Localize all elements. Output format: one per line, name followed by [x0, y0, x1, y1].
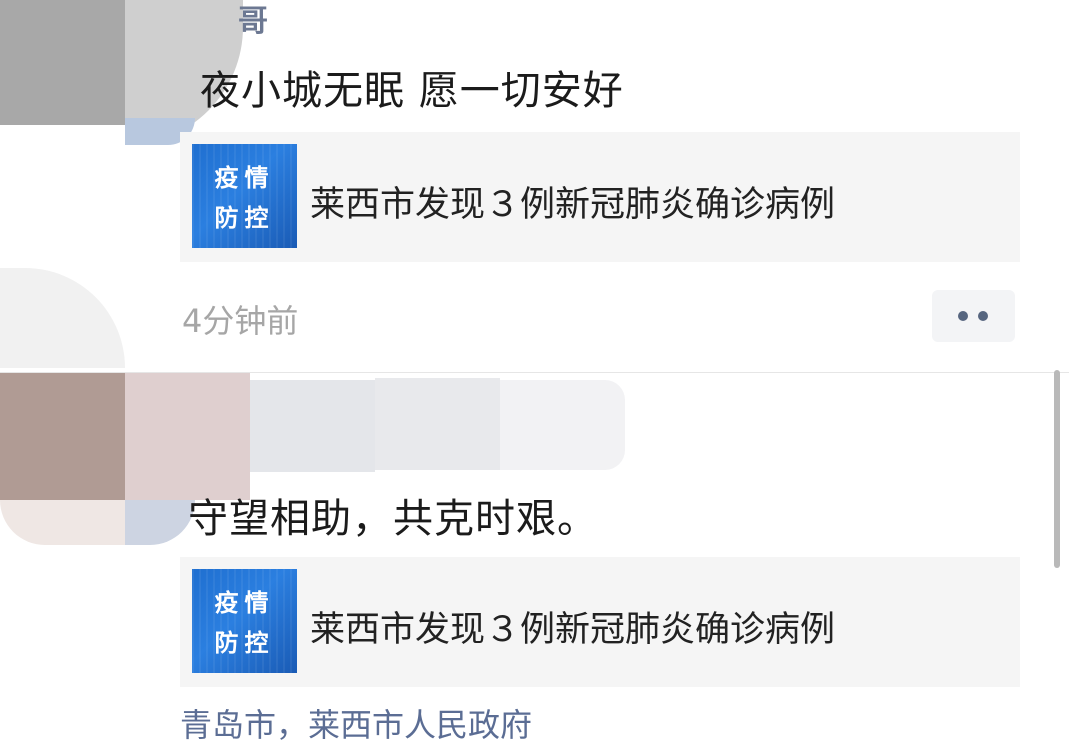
thumbnail-label: 疫情 [214, 164, 275, 192]
post-divider [0, 372, 1069, 373]
more-dots-icon [978, 311, 988, 321]
link-thumbnail: 疫情 防控 [192, 569, 297, 673]
shared-link-card[interactable]: 疫情 防控 莱西市发现３例新冠肺炎确诊病例 [180, 557, 1020, 687]
post-text: 守望相助，共克时艰。 [188, 496, 598, 542]
post-timestamp: 4分钟前 [182, 302, 299, 340]
shared-link-card[interactable]: 疫情 防控 莱西市发现３例新冠肺炎确诊病例 [180, 132, 1020, 262]
blurred-username [500, 380, 625, 470]
blurred-avatar-edge [0, 500, 125, 545]
author-name[interactable]: 哥 [238, 0, 268, 40]
more-dots-icon [958, 311, 968, 321]
thumbnail-label: 疫情 [214, 589, 275, 617]
thumbnail-label: 防控 [214, 629, 275, 657]
link-title: 莱西市发现３例新冠肺炎确诊病例 [310, 185, 836, 225]
blurred-username [375, 378, 500, 470]
blurred-avatar-edge [125, 500, 195, 545]
thumbnail-label: 防控 [214, 204, 275, 232]
more-options-button[interactable] [932, 290, 1015, 342]
scrollbar[interactable] [1054, 370, 1060, 568]
blurred-avatar [125, 372, 250, 500]
link-thumbnail: 疫情 防控 [192, 144, 297, 248]
blurred-avatar [0, 372, 125, 500]
blurred-username [250, 380, 375, 472]
blurred-avatar [0, 0, 125, 125]
post-text: 夜小城无眠 愿一切安好 [200, 68, 624, 114]
link-title: 莱西市发现３例新冠肺炎确诊病例 [310, 610, 836, 650]
blurred-region [0, 268, 125, 368]
location-link[interactable]: 青岛市，莱西市人民政府 [180, 700, 532, 746]
